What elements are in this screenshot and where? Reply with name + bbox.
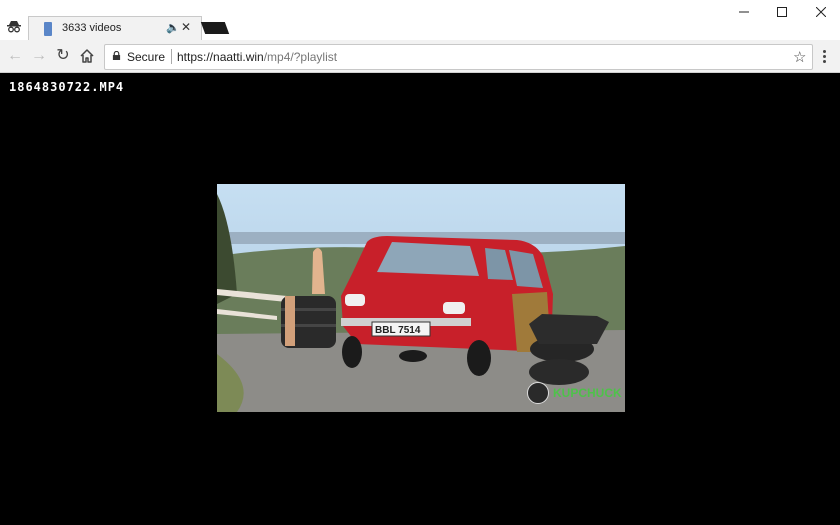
close-window-button[interactable] xyxy=(803,0,839,26)
minimize-icon xyxy=(739,11,749,13)
video-frame: BBL 7514 xyxy=(217,184,625,412)
url-text[interactable]: https://naatti.win/mp4/?playlist xyxy=(177,50,337,64)
close-icon xyxy=(815,6,827,18)
watermark-text: KUPCHUCK xyxy=(553,386,622,400)
menu-button[interactable] xyxy=(817,46,831,66)
speaker-icon[interactable]: 🔈 xyxy=(166,21,180,34)
back-button[interactable]: ← xyxy=(5,46,25,66)
url-host: https://naatti.win xyxy=(177,50,264,64)
arrow-right-icon: → xyxy=(31,47,47,64)
browser-tab[interactable]: 3633 videos 🔈 ✕ xyxy=(28,16,202,41)
address-bar[interactable]: Secure https://naatti.win/mp4/?playlist … xyxy=(104,44,813,70)
home-button[interactable] xyxy=(77,46,97,66)
security-label: Secure xyxy=(127,50,166,64)
arrow-left-icon: ← xyxy=(7,47,23,64)
divider xyxy=(171,49,172,64)
tab-title: 3633 videos xyxy=(62,22,122,34)
more-vertical-icon xyxy=(817,46,831,63)
browser-toolbar: ← → ↻ Secure https://naatti.win/mp4/?pla… xyxy=(0,40,840,73)
new-tab-button[interactable] xyxy=(200,22,230,34)
video-player[interactable]: BBL 7514 KUPCHUCK xyxy=(217,184,625,412)
incognito-icon xyxy=(7,21,21,33)
bookmark-star-icon[interactable]: ☆ xyxy=(793,48,806,66)
maximize-button[interactable] xyxy=(764,0,800,26)
url-path: /mp4/?playlist xyxy=(263,50,338,64)
channel-watermark: KUPCHUCK xyxy=(527,382,622,404)
lock-icon xyxy=(112,51,121,60)
reload-button[interactable]: ↻ xyxy=(53,46,73,66)
home-icon xyxy=(80,49,94,63)
reload-icon: ↻ xyxy=(56,47,70,64)
minimize-button[interactable] xyxy=(726,0,762,26)
channel-logo-icon xyxy=(527,382,549,404)
title-bar: 3633 videos 🔈 ✕ xyxy=(0,0,840,41)
video-filename: 1864830722.MP4 xyxy=(9,80,125,94)
page-favicon-icon xyxy=(44,22,52,36)
close-tab-icon[interactable]: ✕ xyxy=(181,20,191,34)
license-plate-text: BBL 7514 xyxy=(375,325,421,336)
forward-button[interactable]: → xyxy=(29,46,49,66)
maximize-icon xyxy=(777,7,787,17)
